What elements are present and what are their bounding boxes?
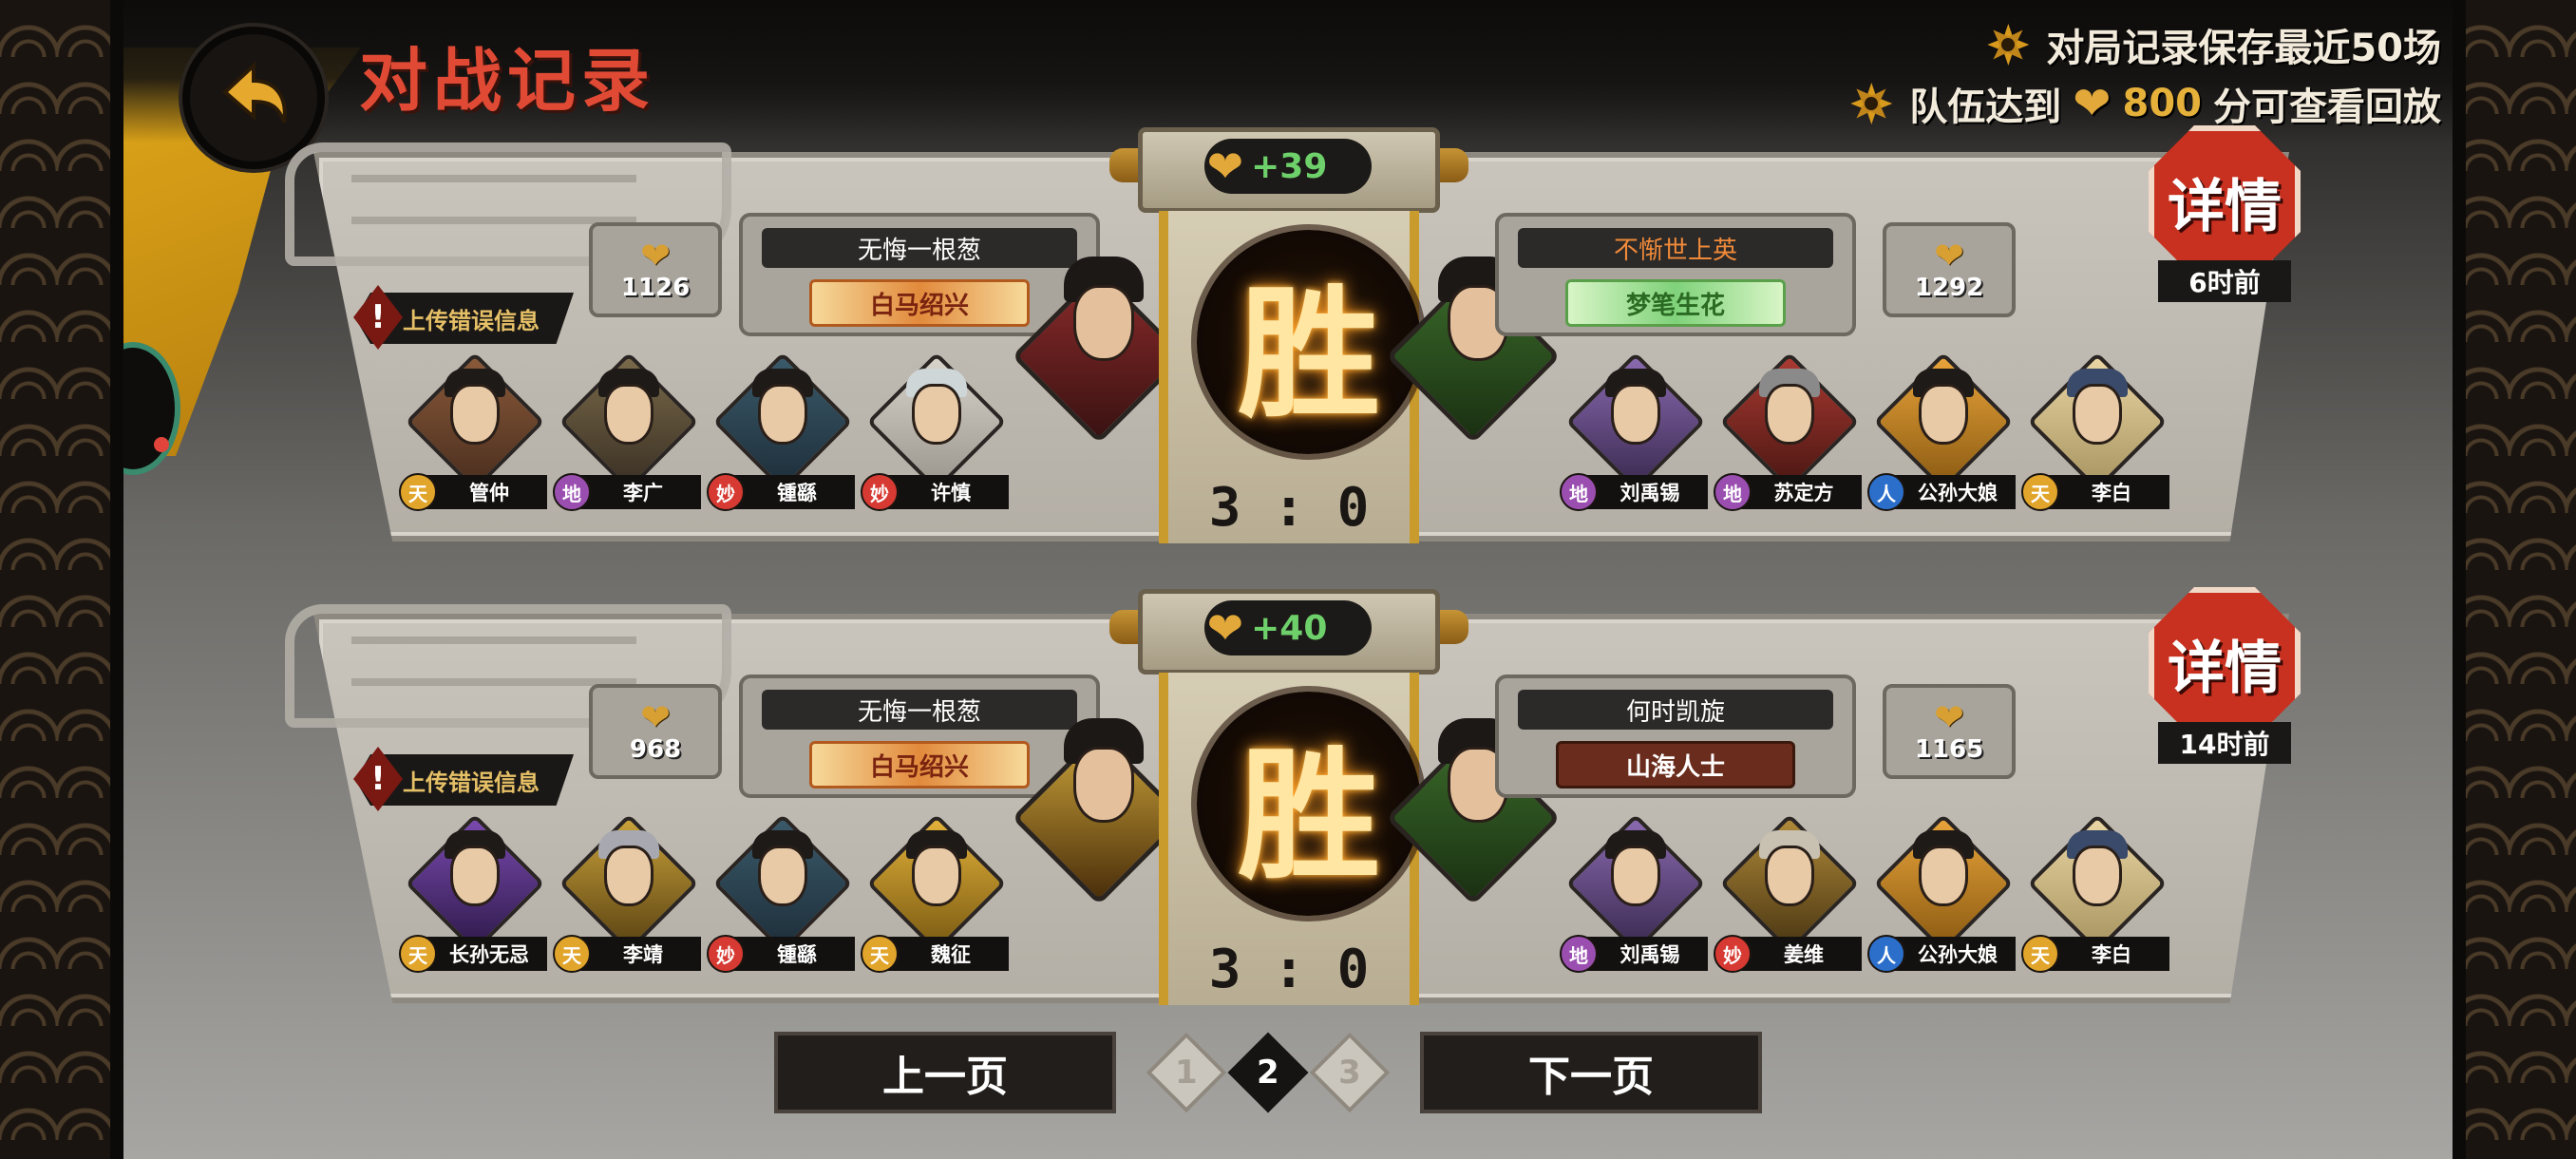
rank-badge: 妙 bbox=[707, 473, 745, 511]
flower-icon bbox=[1981, 18, 2035, 71]
rank-badge: 天 bbox=[399, 473, 437, 511]
hero-card[interactable]: 天 李白 bbox=[2019, 813, 2169, 984]
win-emblem: 胜 bbox=[1197, 230, 1421, 454]
rank-badge: 人 bbox=[1867, 473, 1905, 511]
hero-card[interactable]: 地 李广 bbox=[551, 352, 701, 522]
rank-badge: 地 bbox=[1714, 473, 1752, 511]
hero-card[interactable]: 天 管仲 bbox=[397, 352, 547, 522]
rank-badge: 天 bbox=[861, 935, 899, 973]
heart-hand-icon: ❤ bbox=[2073, 77, 2112, 130]
right-player-name: 何时凯旋 bbox=[1518, 690, 1833, 730]
hero-card[interactable]: 天 长孙无忌 bbox=[397, 813, 547, 984]
hero-card[interactable]: 地 苏定方 bbox=[1712, 352, 1862, 522]
match-list: 上传错误信息 ! ❤ 1126 无悔一根葱 白马绍兴 天 管仲 地 李广 妙 锺… bbox=[285, 125, 2301, 1066]
record-retention-info: 对局记录保存最近50场 bbox=[1981, 17, 2441, 72]
pagination: 上一页 1 2 3 下一页 bbox=[774, 1032, 1762, 1113]
rank-badge: 天 bbox=[2021, 935, 2059, 973]
rank-badge: 地 bbox=[1560, 935, 1598, 973]
back-arrow-icon bbox=[222, 61, 287, 124]
right-hero-list: 地 刘禹锡 地 苏定方 人 公孙大娘 天 李白 bbox=[1558, 352, 2169, 522]
scroll-body: 胜 3 : 0 bbox=[1159, 673, 1421, 1005]
page-3-button[interactable]: 3 bbox=[1309, 1032, 1391, 1113]
rank-badge: 天 bbox=[2021, 473, 2059, 511]
rank-badge: 妙 bbox=[1714, 935, 1752, 973]
rank-badge: 妙 bbox=[861, 473, 899, 511]
rank-badge: 地 bbox=[553, 473, 591, 511]
hero-card[interactable]: 人 公孙大娘 bbox=[1866, 352, 2016, 522]
match-score: 3 : 0 bbox=[1208, 939, 1370, 1000]
next-page-button[interactable]: 下一页 bbox=[1420, 1032, 1762, 1113]
left-team-points: ❤ 1126 bbox=[589, 222, 722, 317]
right-hero-list: 地 刘禹锡 妙 姜维 人 公孙大娘 天 李白 bbox=[1558, 813, 2169, 984]
left-team-points: ❤ 968 bbox=[589, 684, 722, 779]
match-time: 14时前 bbox=[2158, 722, 2291, 764]
result-text: 胜 bbox=[1237, 270, 1380, 438]
hero-card[interactable]: 人 公孙大娘 bbox=[1866, 813, 2016, 984]
hero-card[interactable]: 妙 锺繇 bbox=[705, 813, 855, 984]
win-emblem: 胜 bbox=[1197, 692, 1421, 916]
hero-card[interactable]: 妙 锺繇 bbox=[705, 352, 855, 522]
page-1-button[interactable]: 1 bbox=[1146, 1032, 1227, 1113]
heart-hand-icon: ❤ bbox=[640, 235, 671, 276]
retention-text: 对局记录保存最近50场 bbox=[2046, 27, 2441, 70]
rank-badge: 妙 bbox=[707, 935, 745, 973]
heart-hand-icon: ❤ bbox=[1934, 235, 1964, 276]
right-player-box: 不惭世上英 梦笔生花 bbox=[1495, 213, 1856, 336]
hero-card[interactable]: 天 魏征 bbox=[859, 813, 1009, 984]
left-border-pattern bbox=[0, 0, 123, 1159]
page-title: 对战记录 bbox=[359, 41, 656, 121]
detail-label: 详情 bbox=[2149, 125, 2301, 277]
match-card: 上传错误信息 ! ❤ 968 无悔一根葱 白马绍兴 天 长孙无忌 天 李靖 妙 … bbox=[285, 587, 2301, 1005]
hero-card[interactable]: 妙 许慎 bbox=[859, 352, 1009, 522]
rank-badge: 地 bbox=[1560, 473, 1598, 511]
scroll-body: 胜 3 : 0 bbox=[1159, 211, 1421, 543]
left-hero-list: 天 管仲 地 李广 妙 锺繇 妙 许慎 bbox=[397, 352, 1009, 522]
match-time: 6时前 bbox=[2158, 260, 2291, 302]
detail-label: 详情 bbox=[2149, 587, 2301, 739]
right-team-points: ❤ 1292 bbox=[1883, 222, 2016, 317]
detail-button[interactable]: 详情 14时前 bbox=[2141, 580, 2308, 764]
rank-badge: 人 bbox=[1867, 935, 1905, 973]
heart-hand-icon: ❤ bbox=[1934, 696, 1964, 738]
hero-card[interactable]: 妙 姜维 bbox=[1712, 813, 1862, 984]
right-title-tag: 山海人士 bbox=[1556, 741, 1795, 788]
right-team-points: ❤ 1165 bbox=[1883, 684, 2016, 779]
right-title-tag: 梦笔生花 bbox=[1565, 279, 1786, 327]
heart-hand-icon: ❤ bbox=[1206, 141, 1244, 192]
requirement-prefix: 队伍达到 bbox=[1909, 86, 2062, 129]
result-text: 胜 bbox=[1237, 732, 1380, 900]
result-scroll: ❤ +39 胜 3 : 0 bbox=[1109, 120, 1468, 543]
rank-badge: 天 bbox=[399, 935, 437, 973]
right-player-box: 何时凯旋 山海人士 bbox=[1495, 674, 1856, 798]
page-2-button[interactable]: 2 bbox=[1227, 1032, 1309, 1113]
left-title-tag: 白马绍兴 bbox=[809, 279, 1030, 327]
points-delta: ❤ +40 bbox=[1204, 600, 1372, 656]
heart-hand-icon: ❤ bbox=[640, 696, 671, 738]
left-hero-list: 天 长孙无忌 天 李靖 妙 锺繇 天 魏征 bbox=[397, 813, 1009, 984]
hero-card[interactable]: 天 李靖 bbox=[551, 813, 701, 984]
hero-card[interactable]: 天 李白 bbox=[2019, 352, 2169, 522]
hero-card[interactable]: 地 刘禹锡 bbox=[1558, 352, 1708, 522]
page-indicators: 1 2 3 bbox=[1146, 1032, 1391, 1113]
match-card: 上传错误信息 ! ❤ 1126 无悔一根葱 白马绍兴 天 管仲 地 李广 妙 锺… bbox=[285, 125, 2301, 543]
prev-page-button[interactable]: 上一页 bbox=[774, 1032, 1116, 1113]
detail-button[interactable]: 详情 6时前 bbox=[2141, 118, 2308, 302]
hero-card[interactable]: 地 刘禹锡 bbox=[1558, 813, 1708, 984]
points-delta: ❤ +39 bbox=[1204, 139, 1372, 194]
right-player-name: 不惭世上英 bbox=[1518, 228, 1833, 268]
right-border-pattern bbox=[2453, 0, 2576, 1159]
heart-hand-icon: ❤ bbox=[1206, 602, 1244, 654]
result-scroll: ❤ +40 胜 3 : 0 bbox=[1109, 581, 1468, 1005]
rank-badge: 天 bbox=[553, 935, 591, 973]
match-score: 3 : 0 bbox=[1208, 477, 1370, 539]
flower-icon bbox=[1845, 77, 1898, 130]
left-title-tag: 白马绍兴 bbox=[809, 741, 1030, 788]
